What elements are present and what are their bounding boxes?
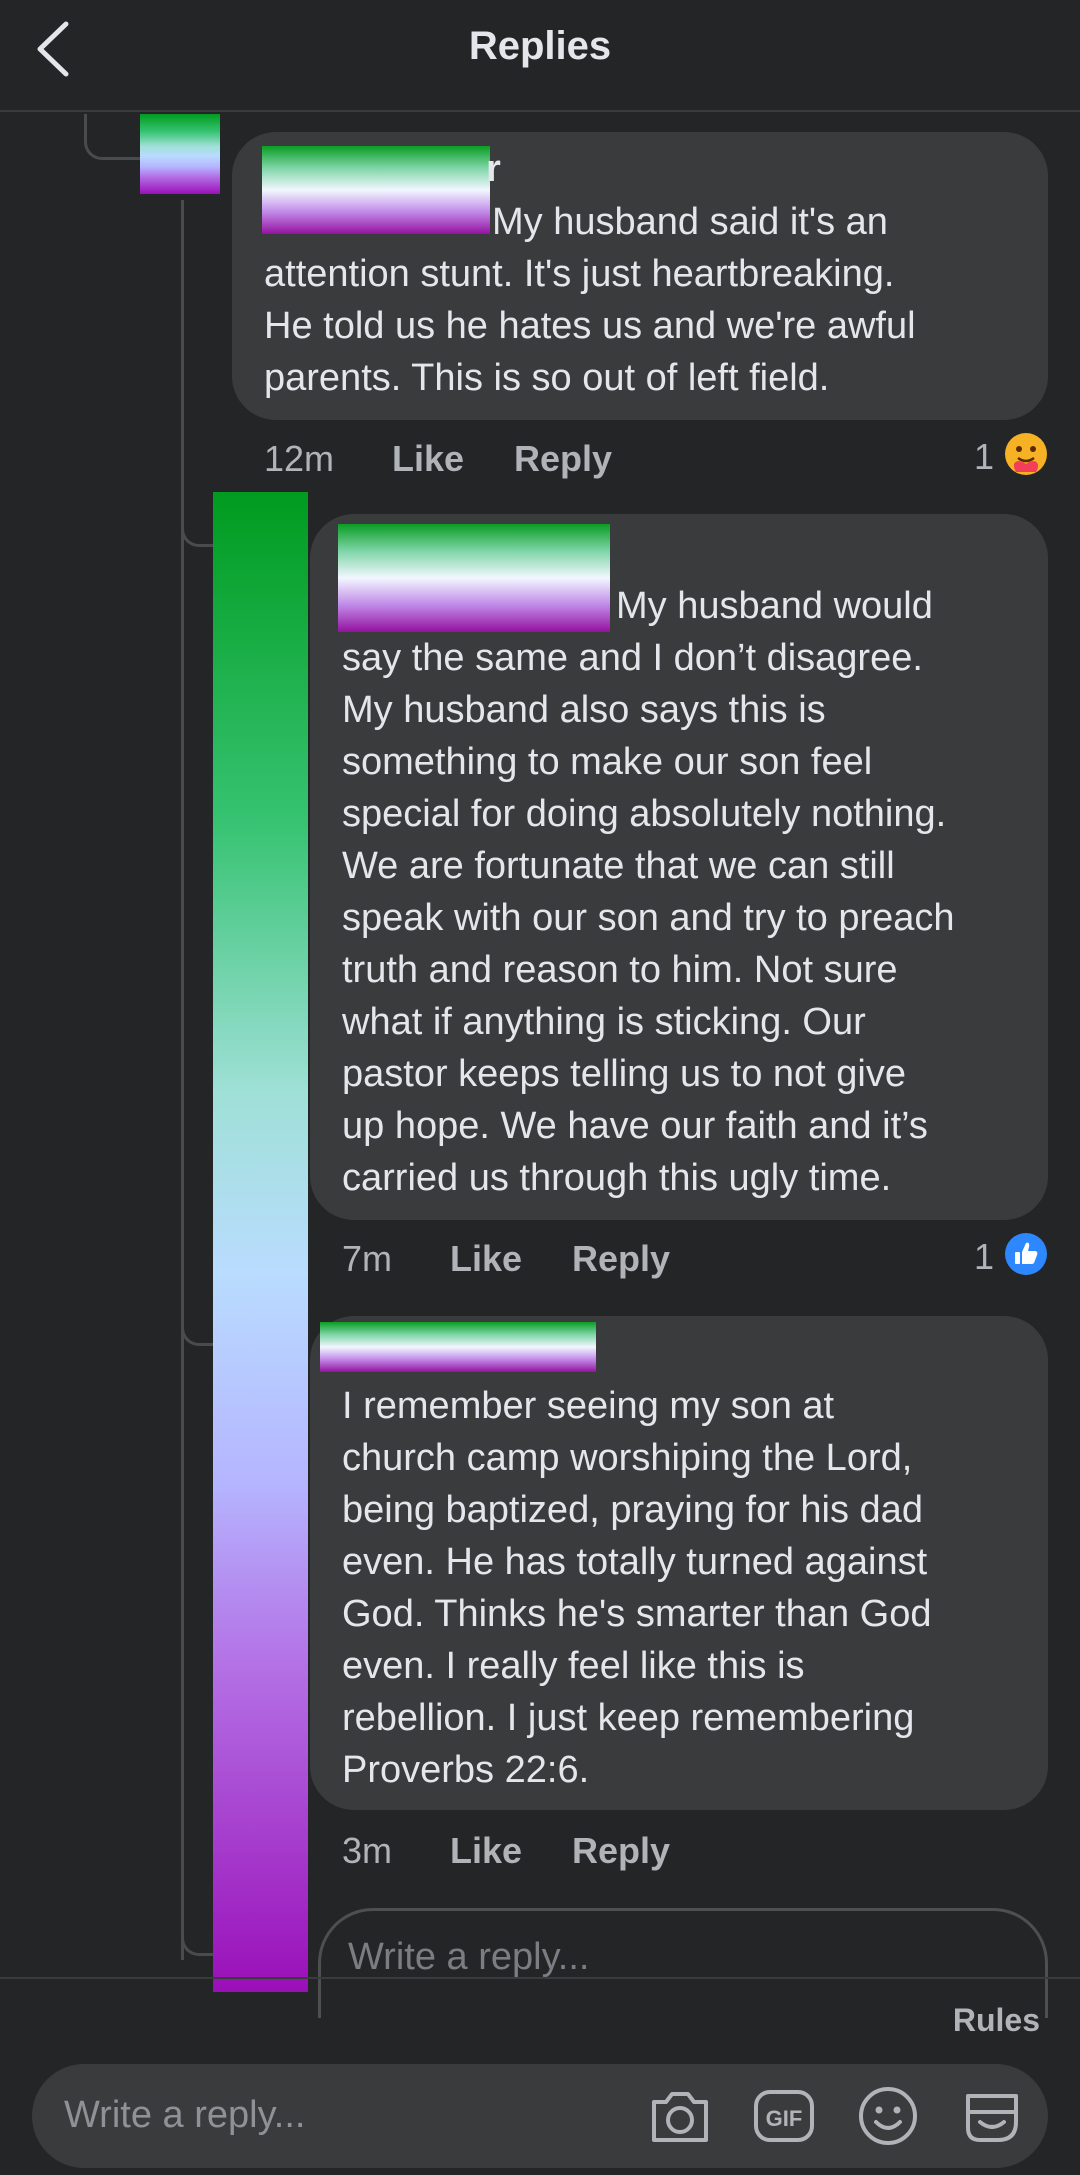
reply-button[interactable]: Reply bbox=[572, 1238, 670, 1280]
avatar-redacted[interactable] bbox=[213, 492, 308, 1992]
author-name-redacted[interactable] bbox=[320, 1322, 596, 1372]
like-button[interactable]: Like bbox=[392, 438, 464, 480]
comment-text-line: special for doing absolutely nothing. bbox=[342, 793, 947, 835]
reaction-count[interactable]: 1 bbox=[974, 436, 994, 478]
sticker-icon[interactable] bbox=[958, 2082, 1026, 2150]
comment-text-line: truth and reason to him. Not sure bbox=[342, 949, 898, 991]
comment-text-line: pastor keeps telling us to not give bbox=[342, 1053, 907, 1095]
comment-text-line: parents. This is so out of left field. bbox=[264, 357, 830, 399]
comment-text-line: say the same and I don’t disagree. bbox=[342, 637, 923, 679]
composer-placeholder: Write a reply... bbox=[64, 2094, 306, 2136]
comment-timestamp: 12m bbox=[264, 438, 335, 479]
reply-button[interactable]: Reply bbox=[514, 438, 612, 480]
author-name-redacted[interactable] bbox=[262, 146, 490, 234]
comment-text-line: Proverbs 22:6. bbox=[342, 1749, 590, 1791]
avatar-redacted[interactable] bbox=[140, 114, 220, 194]
comment-text-line: My husband also says this is bbox=[342, 689, 826, 731]
comment-text-line: attention stunt. It's just heartbreaking… bbox=[264, 253, 895, 295]
comment-text-line: He told us he hates us and we're awful bbox=[264, 305, 916, 347]
comment-text-line: speak with our son and try to preach bbox=[342, 897, 955, 939]
like-button[interactable]: Like bbox=[450, 1830, 522, 1872]
camera-icon[interactable] bbox=[646, 2082, 714, 2150]
header: Replies bbox=[0, 0, 1080, 112]
comment-timestamp: 3m bbox=[342, 1830, 393, 1871]
gif-icon[interactable]: GIF bbox=[750, 2082, 818, 2150]
comment-text-line: what if anything is sticking. Our bbox=[342, 1001, 866, 1043]
comment-text-line: church camp worshiping the Lord, bbox=[342, 1437, 913, 1479]
thread-line bbox=[181, 200, 184, 1960]
care-reaction-icon[interactable] bbox=[1004, 432, 1048, 476]
comment-text-line: God. Thinks he's smarter than God bbox=[342, 1593, 932, 1635]
svg-text:GIF: GIF bbox=[766, 2106, 803, 2131]
comment-text-line: I remember seeing my son at bbox=[342, 1385, 835, 1427]
page-title: Replies bbox=[468, 24, 612, 68]
replies-screen: Replies r My husband said it's an attent… bbox=[0, 0, 1080, 2175]
inline-reply-placeholder: Write a reply... bbox=[348, 1936, 590, 1978]
reply-button[interactable]: Reply bbox=[572, 1830, 670, 1872]
comment-text-line: rebellion. I just keep remembering bbox=[342, 1697, 915, 1739]
comment-text-line: even. He has totally turned against bbox=[342, 1541, 928, 1583]
rules-link[interactable]: Rules bbox=[953, 2002, 1040, 2039]
footer-divider bbox=[0, 1977, 1080, 1979]
comment-text-line: even. I really feel like this is bbox=[342, 1645, 805, 1687]
emoji-icon[interactable] bbox=[854, 2082, 922, 2150]
comment-text-line: something to make our son feel bbox=[342, 741, 873, 783]
comment-text-line: carried us through this ugly time. bbox=[342, 1157, 892, 1199]
comment-text-line: up hope. We have our faith and it’s bbox=[342, 1105, 928, 1147]
comment-text-line: being baptized, praying for his dad bbox=[342, 1489, 923, 1531]
author-name-redacted[interactable] bbox=[338, 524, 610, 632]
comment-timestamp: 7m bbox=[342, 1238, 393, 1279]
like-button[interactable]: Like bbox=[450, 1238, 522, 1280]
like-reaction-icon[interactable] bbox=[1004, 1232, 1048, 1276]
comment-text-line: We are fortunate that we can still bbox=[342, 845, 895, 887]
author-name-fragment: r bbox=[486, 148, 501, 190]
comment-text-line: My husband said it's an bbox=[492, 201, 888, 243]
thread-connector bbox=[84, 114, 140, 160]
reaction-count[interactable]: 1 bbox=[974, 1236, 994, 1278]
comment-text-line: My husband would bbox=[616, 585, 933, 627]
